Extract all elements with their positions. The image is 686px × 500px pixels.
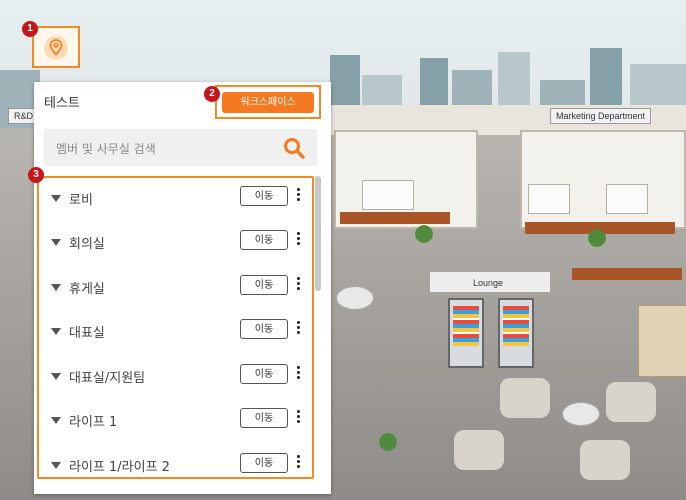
bookshelf xyxy=(638,305,686,377)
room-label: 라이프 1 xyxy=(69,415,118,430)
list-item[interactable]: 대표실/지원팀 이동 xyxy=(39,364,315,408)
lounge-chair xyxy=(606,382,656,422)
plant xyxy=(376,430,400,460)
plant xyxy=(585,226,609,256)
list-item[interactable]: 회의실 이동 xyxy=(39,230,315,274)
scrollbar[interactable] xyxy=(315,176,321,291)
more-vertical-icon[interactable] xyxy=(295,410,301,426)
room-label: 대표실 xyxy=(69,326,105,341)
room-label: 회의실 xyxy=(69,237,105,252)
room-label: 로비 xyxy=(69,193,93,208)
caret-down-icon[interactable] xyxy=(51,195,61,202)
more-vertical-icon[interactable] xyxy=(295,188,301,204)
caret-down-icon[interactable] xyxy=(51,417,61,424)
desk xyxy=(362,180,414,210)
caret-down-icon[interactable] xyxy=(51,462,61,469)
more-vertical-icon[interactable] xyxy=(295,455,301,471)
caret-down-icon[interactable] xyxy=(51,373,61,380)
lounge-chair xyxy=(500,378,550,418)
more-vertical-icon[interactable] xyxy=(295,366,301,382)
move-button[interactable]: 이동 xyxy=(240,453,288,473)
list-item[interactable]: 라이프 1 이동 xyxy=(39,408,315,452)
list-item[interactable]: 휴게실 이동 xyxy=(39,275,315,319)
caret-down-icon[interactable] xyxy=(51,284,61,291)
panel-title: 테스트 xyxy=(44,96,80,111)
vending-machine xyxy=(498,298,534,368)
location-button-highlight xyxy=(32,26,80,68)
desk xyxy=(528,184,570,214)
caret-down-icon[interactable] xyxy=(51,328,61,335)
more-vertical-icon[interactable] xyxy=(295,277,301,293)
room-list: 로비 이동 회의실 이동 휴게실 이동 대표실 이동 대표실/지원팀 이동 라이… xyxy=(39,178,315,478)
room-label: 라이프 1/라이프 2 xyxy=(69,460,170,475)
round-table xyxy=(336,286,374,310)
map-pin-icon xyxy=(49,39,63,56)
more-vertical-icon[interactable] xyxy=(295,321,301,337)
search-input[interactable] xyxy=(54,129,283,168)
marker-badge-3: 3 xyxy=(28,167,44,183)
more-vertical-icon[interactable] xyxy=(295,232,301,248)
bench xyxy=(572,268,682,280)
search-box xyxy=(44,129,317,168)
desk xyxy=(606,184,648,214)
move-button[interactable]: 이동 xyxy=(240,364,288,384)
move-button[interactable]: 이동 xyxy=(240,319,288,339)
office-room xyxy=(520,130,686,229)
search-icon[interactable] xyxy=(283,137,305,159)
sign-lounge: Lounge xyxy=(473,278,504,288)
move-button[interactable]: 이동 xyxy=(240,230,288,250)
lounge-chair xyxy=(580,440,630,480)
marker-badge-1: 1 xyxy=(22,21,38,37)
list-item[interactable]: 라이프 1/라이프 2 이동 xyxy=(39,453,315,494)
room-label: 대표실/지원팀 xyxy=(69,371,146,386)
lounge-chair xyxy=(454,430,504,470)
list-item[interactable]: 대표실 이동 xyxy=(39,319,315,363)
plant xyxy=(412,222,436,252)
list-item[interactable]: 로비 이동 xyxy=(39,186,315,230)
location-button[interactable] xyxy=(44,36,68,60)
sign-marketing: Marketing Department xyxy=(550,108,652,124)
move-button[interactable]: 이동 xyxy=(240,275,288,295)
round-table xyxy=(562,402,600,426)
move-button[interactable]: 이동 xyxy=(240,186,288,206)
room-label: 휴게실 xyxy=(69,282,105,297)
workspace-panel: 테스트 워크스페이스 로비 이동 회의실 이동 휴게실 이동 xyxy=(34,82,331,494)
move-button[interactable]: 이동 xyxy=(240,408,288,428)
workspace-button[interactable]: 워크스페이스 xyxy=(222,92,314,113)
workspace-button-highlight: 워크스페이스 xyxy=(215,85,321,119)
caret-down-icon[interactable] xyxy=(51,239,61,246)
vending-machine xyxy=(448,298,484,368)
marker-badge-2: 2 xyxy=(204,86,220,102)
